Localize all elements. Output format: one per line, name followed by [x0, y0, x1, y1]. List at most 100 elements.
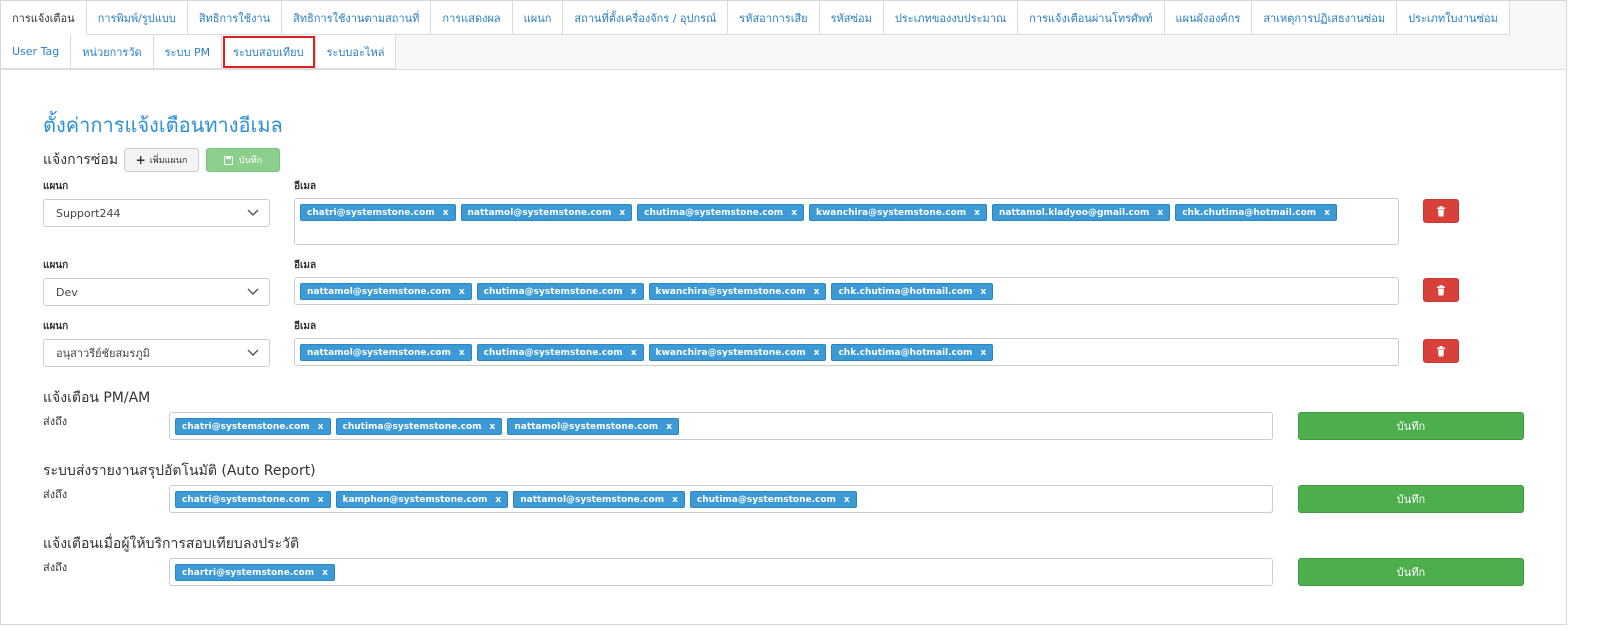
recipient-label: ส่งถึง: [43, 488, 68, 501]
delete-department-button[interactable]: [1423, 199, 1459, 223]
department-label: แผนก: [43, 181, 69, 192]
tab-3[interactable]: สิทธิการใช้งานตามสถานที่: [282, 1, 432, 35]
remove-tag-icon[interactable]: x: [631, 348, 637, 358]
save-repair-button[interactable]: บันทึก: [206, 148, 280, 172]
email-tag: chutima@systemstone.com x: [476, 283, 644, 300]
email-tag-text: chk.chutima@hotmail.com: [1182, 207, 1317, 218]
email-tag-input[interactable]: nattamol@systemstone.com x chutima@systems…: [294, 277, 1399, 305]
department-select-value: อนุสาวรีย์ชัยสมรภูมิ: [56, 347, 150, 360]
remove-tag-icon[interactable]: x: [844, 495, 850, 505]
remove-tag-icon[interactable]: x: [490, 422, 496, 432]
email-tag-text: chutima@systemstone.com: [483, 286, 623, 297]
email-tag: chk.chutima@hotmail.com x: [831, 344, 994, 361]
tab-15[interactable]: หน่วยการวัด: [71, 35, 154, 69]
notify-heading: ระบบส่งรายงานสรุปอัตโนมัติ (Auto Report): [43, 463, 316, 479]
email-tag: kwanchira@systemstone.com x: [648, 283, 827, 300]
tab-1[interactable]: การพิมพ์/รูปแบบ: [86, 1, 188, 35]
remove-tag-icon[interactable]: x: [666, 422, 672, 432]
email-tag: chutima@systemstone.com x: [637, 204, 804, 221]
tab-8[interactable]: รหัสซ่อม: [819, 1, 884, 35]
email-tag-text: nattamol@systemstone.com: [307, 286, 451, 297]
tab-17[interactable]: ระบบสอบเทียบ: [222, 35, 316, 69]
notify-heading: แจ้งเตือน PM/AM: [43, 390, 151, 406]
email-tag: chatri@systemstone.com x: [175, 491, 331, 508]
chevron-down-icon: [247, 287, 259, 300]
email-tag: nattamol.kladyoo@gmail.com x: [991, 204, 1171, 221]
remove-tag-icon[interactable]: x: [443, 208, 449, 218]
tab-9[interactable]: ประเภทของงบประมาณ: [883, 1, 1019, 35]
save-button[interactable]: บันทึก: [1298, 412, 1524, 440]
remove-tag-icon[interactable]: x: [1324, 208, 1330, 218]
save-button[interactable]: บันทึก: [1298, 558, 1524, 586]
email-tag-text: nattamol@systemstone.com: [514, 421, 659, 432]
email-tag-text: chk.chutima@hotmail.com: [838, 286, 973, 297]
tab-12[interactable]: สาเหตุการปฏิเสธงานซ่อม: [1252, 1, 1398, 35]
department-select[interactable]: Support244: [43, 199, 270, 227]
email-tag: nattamol@systemstone.com x: [513, 491, 685, 508]
department-label: แผนก: [43, 321, 69, 332]
email-tag-text: kwanchira@systemstone.com: [655, 286, 806, 297]
recipient-tag-input[interactable]: chartri@systemstone.com x: [169, 558, 1273, 586]
email-tag-text: kwanchira@systemstone.com: [655, 347, 806, 358]
department-label: แผนก: [43, 260, 69, 271]
tab-13[interactable]: ประเภทใบงานซ่อม: [1397, 1, 1510, 35]
tab-16[interactable]: ระบบ PM: [153, 35, 223, 69]
remove-tag-icon[interactable]: x: [980, 287, 986, 297]
remove-tag-icon[interactable]: x: [1157, 208, 1163, 218]
email-tag-text: chartri@systemstone.com: [182, 567, 315, 578]
remove-tag-icon[interactable]: x: [459, 287, 465, 297]
plus-icon: +: [135, 153, 146, 167]
recipient-tag-input[interactable]: chatri@systemstone.com x kamphon@systemsto…: [169, 485, 1273, 513]
email-tag: kwanchira@systemstone.com x: [809, 204, 987, 221]
remove-tag-icon[interactable]: x: [631, 287, 637, 297]
chevron-down-icon: [247, 348, 259, 361]
remove-tag-icon[interactable]: x: [322, 568, 328, 578]
tab-14[interactable]: User Tag: [1, 35, 72, 69]
email-tag: chutima@systemstone.com x: [476, 344, 644, 361]
remove-tag-icon[interactable]: x: [814, 348, 820, 358]
tab-6[interactable]: สถานที่ตั้งเครื่องจักร / อุปกรณ์: [563, 1, 729, 35]
email-tag: chartri@systemstone.com x: [175, 564, 335, 581]
trash-icon: [1437, 205, 1445, 216]
remove-tag-icon[interactable]: x: [672, 495, 678, 505]
email-tag-input[interactable]: nattamol@systemstone.com x chutima@systems…: [294, 338, 1399, 366]
trash-icon: [1437, 284, 1445, 295]
remove-tag-icon[interactable]: x: [974, 208, 980, 218]
tab-18[interactable]: ระบบอะไหล่: [315, 35, 397, 69]
tab-11[interactable]: แผนผังองค์กร: [1164, 1, 1253, 35]
delete-department-button[interactable]: [1423, 339, 1459, 363]
email-tag: chutima@systemstone.com x: [335, 418, 503, 435]
department-select-value: Support244: [56, 206, 121, 220]
repair-heading: แจ้งการซ่อม: [43, 152, 119, 168]
remove-tag-icon[interactable]: x: [459, 348, 465, 358]
remove-tag-icon[interactable]: x: [791, 208, 797, 218]
recipient-tag-input[interactable]: chatri@systemstone.com x chutima@systemsto…: [169, 412, 1273, 440]
email-tag: nattamol@systemstone.com x: [300, 283, 472, 300]
remove-tag-icon[interactable]: x: [318, 495, 324, 505]
remove-tag-icon[interactable]: x: [495, 495, 501, 505]
email-tag-text: chk.chutima@hotmail.com: [838, 347, 973, 358]
email-tag: chatri@systemstone.com x: [175, 418, 331, 435]
tab-2[interactable]: สิทธิการใช้งาน: [187, 1, 283, 35]
remove-tag-icon[interactable]: x: [318, 422, 324, 432]
save-button[interactable]: บันทึก: [1298, 485, 1524, 513]
email-tag-text: nattamol@systemstone.com: [520, 494, 665, 505]
tab-7[interactable]: รหัสอาการเสีย: [728, 1, 820, 35]
remove-tag-icon[interactable]: x: [814, 287, 820, 297]
email-tag: chk.chutima@hotmail.com x: [831, 283, 994, 300]
tab-10[interactable]: การแจ้งเตือนผ่านโทรศัพท์: [1018, 1, 1165, 35]
add-department-button[interactable]: + เพิ่มแผนก: [124, 148, 199, 172]
tab-5[interactable]: แผนก: [512, 1, 564, 35]
email-label: อีเมล: [294, 321, 317, 332]
email-tag: chk.chutima@hotmail.com x: [1175, 204, 1337, 221]
email-tag: kamphon@systemstone.com x: [335, 491, 509, 508]
remove-tag-icon[interactable]: x: [619, 208, 625, 218]
tab-4[interactable]: การแสดงผล: [431, 1, 513, 35]
tab-0[interactable]: การแจ้งเตือน: [1, 1, 87, 35]
remove-tag-icon[interactable]: x: [980, 348, 986, 358]
delete-department-button[interactable]: [1423, 278, 1459, 302]
department-select[interactable]: Dev: [43, 278, 270, 306]
email-tag: nattamol@systemstone.com x: [300, 344, 472, 361]
email-tag-input[interactable]: chatri@systemstone.com x nattamol@systemst…: [294, 198, 1399, 245]
department-select[interactable]: อนุสาวรีย์ชัยสมรภูมิ: [43, 339, 270, 367]
